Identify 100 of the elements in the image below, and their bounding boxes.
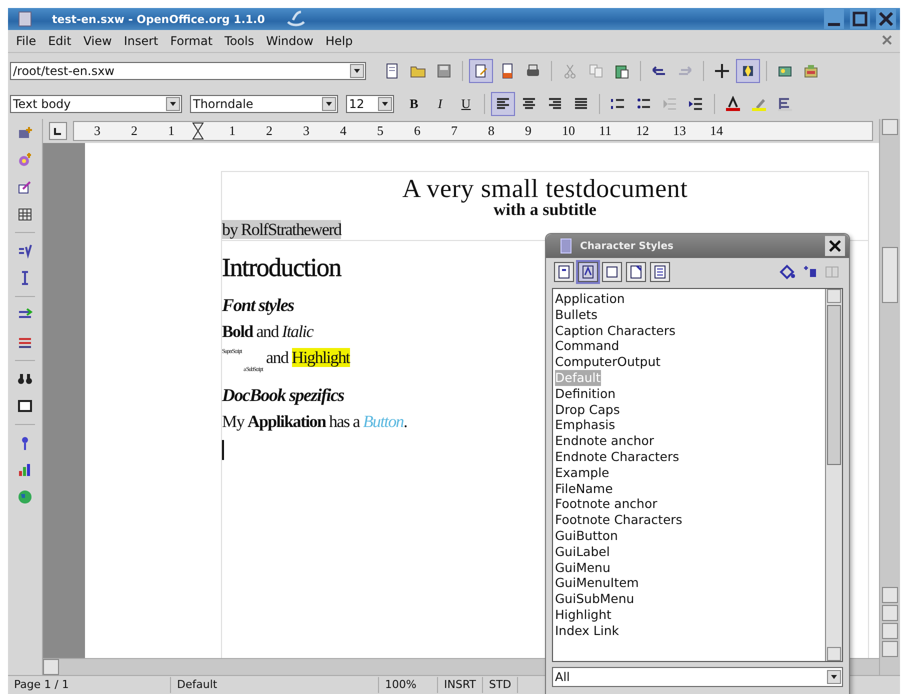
vertical-scrollbar[interactable] bbox=[879, 119, 900, 675]
scroll-up-icon[interactable] bbox=[827, 289, 841, 303]
style-list-item[interactable]: Endnote Characters bbox=[555, 448, 823, 465]
style-list-item[interactable]: GuiMenuItem bbox=[555, 575, 823, 592]
scroll-down-icon[interactable] bbox=[827, 647, 841, 661]
menu-item[interactable]: Tools bbox=[218, 34, 260, 48]
style-family-icon bbox=[628, 264, 644, 280]
outdent-icon bbox=[662, 96, 678, 112]
insert-mode: INSRT bbox=[438, 677, 484, 693]
toolbar-button[interactable] bbox=[736, 59, 760, 83]
style-list-item[interactable]: Application bbox=[555, 291, 823, 307]
style-list-item[interactable]: ComputerOutput bbox=[555, 354, 823, 370]
zoom-level: 100% bbox=[379, 677, 438, 693]
style-list-item[interactable]: Emphasis bbox=[555, 417, 823, 434]
style-list-item[interactable]: GuiLabel bbox=[555, 544, 823, 560]
background-color-icon bbox=[777, 96, 793, 112]
close-icon bbox=[878, 11, 894, 27]
ruler-number: 4 bbox=[340, 123, 348, 139]
paragraph: Bold and Italic bbox=[222, 322, 313, 342]
menu-item[interactable]: Window bbox=[260, 34, 320, 48]
paragraph-style-combo-box[interactable]: Text body bbox=[10, 95, 182, 113]
highlighter-icon bbox=[751, 96, 767, 112]
menu-item[interactable]: View bbox=[77, 34, 118, 48]
scissors-icon bbox=[562, 63, 578, 79]
binoculars-icon bbox=[17, 371, 33, 387]
toolbar-button[interactable] bbox=[491, 92, 515, 116]
author-field: by RolfStrathewerd bbox=[222, 220, 342, 239]
minimize-button[interactable] bbox=[824, 9, 844, 29]
next-page-icon[interactable] bbox=[882, 641, 898, 657]
ruler-number: 2 bbox=[266, 123, 274, 139]
paragraph: My Applikation has a Button. bbox=[222, 412, 407, 432]
tab-type-button[interactable] bbox=[49, 122, 67, 140]
style-list-item[interactable]: GuiMenu bbox=[555, 560, 823, 576]
selection-mode: STD bbox=[483, 677, 518, 693]
style-list-item[interactable]: Bullets bbox=[555, 306, 823, 323]
style-family-button[interactable] bbox=[626, 262, 646, 282]
menu-item[interactable]: File bbox=[10, 34, 42, 48]
previous-page-icon[interactable] bbox=[882, 605, 898, 621]
style-family-button[interactable] bbox=[578, 262, 598, 282]
style-list-item[interactable]: Definition bbox=[555, 386, 823, 402]
scrollbar-thumb[interactable] bbox=[882, 247, 898, 303]
ruler-number: 3 bbox=[303, 123, 310, 139]
ruler-number: 5 bbox=[377, 123, 384, 139]
url-combo-box[interactable]: /root/test-en.sxw bbox=[10, 62, 366, 80]
document-icon bbox=[560, 238, 572, 254]
format-button[interactable]: I bbox=[428, 92, 452, 116]
database-icon bbox=[803, 63, 819, 79]
scroll-up-icon[interactable] bbox=[882, 119, 898, 135]
seagull-icon bbox=[284, 10, 307, 28]
menu-item[interactable]: Edit bbox=[42, 34, 78, 48]
style-list-item[interactable]: GuiButton bbox=[555, 528, 823, 544]
document-icon bbox=[18, 11, 32, 27]
document-subtitle: with a subtitle bbox=[492, 200, 598, 220]
font-size-combo-box[interactable]: 12 bbox=[346, 95, 394, 113]
ruler-number: 10 bbox=[562, 123, 576, 139]
format-button[interactable]: U bbox=[454, 92, 478, 116]
format-button[interactable]: B bbox=[402, 92, 426, 116]
new-style-icon bbox=[802, 264, 818, 280]
globe-icon bbox=[17, 489, 33, 505]
menu-item[interactable]: Help bbox=[319, 34, 359, 48]
style-family-button[interactable] bbox=[602, 262, 622, 282]
scrollbar-thumb[interactable] bbox=[827, 305, 841, 465]
ruler-number: 8 bbox=[488, 123, 496, 139]
navigation-icon[interactable] bbox=[882, 623, 898, 639]
list-scrollbar[interactable] bbox=[825, 289, 842, 661]
subheading: DocBook spezifics bbox=[222, 385, 344, 406]
scroll-down-icon[interactable] bbox=[882, 587, 898, 603]
style-family-icon bbox=[652, 264, 668, 280]
insert-icon bbox=[17, 125, 33, 141]
style-list-item[interactable]: Highlight bbox=[555, 606, 823, 623]
toolbar-button[interactable] bbox=[469, 59, 493, 83]
maximize-button[interactable] bbox=[850, 9, 870, 29]
menu-item[interactable]: Format bbox=[164, 34, 219, 48]
style-family-button[interactable] bbox=[554, 262, 574, 282]
scroll-left-icon[interactable] bbox=[43, 659, 59, 675]
document-icon bbox=[384, 63, 400, 79]
style-list-item[interactable]: Footnote Characters bbox=[555, 512, 823, 528]
style-list-item[interactable]: Endnote anchor bbox=[555, 433, 823, 449]
close-button[interactable] bbox=[825, 236, 845, 256]
style-list-item[interactable]: Example bbox=[555, 464, 823, 481]
page-pencil-icon bbox=[473, 63, 489, 79]
style-list-item[interactable]: Footnote anchor bbox=[555, 496, 823, 512]
paint-bucket-icon bbox=[778, 264, 796, 280]
style-family-button[interactable] bbox=[650, 262, 670, 282]
field-icon bbox=[17, 152, 33, 168]
document-title: A very small testdocument bbox=[401, 174, 689, 203]
style-list-item[interactable]: Caption Characters bbox=[555, 322, 823, 338]
style-list-item[interactable]: Drop Caps bbox=[555, 402, 823, 418]
menu-item[interactable]: Insert bbox=[118, 34, 164, 48]
style-list-item[interactable]: Index Link bbox=[555, 622, 823, 639]
ruler-number: 3 bbox=[94, 123, 102, 139]
style-filter-combo-box[interactable]: All bbox=[552, 667, 843, 687]
style-list-item[interactable]: FileName bbox=[555, 480, 823, 496]
indent-marker-icon[interactable] bbox=[192, 122, 204, 140]
ruler-number: 6 bbox=[414, 123, 422, 139]
fill-format-button[interactable] bbox=[777, 263, 797, 281]
font-name-combo-box[interactable]: Thorndale bbox=[190, 95, 338, 113]
clipboard-icon bbox=[614, 63, 630, 79]
style-list-item[interactable]: GuiSubMenu bbox=[555, 591, 823, 607]
style-list-item[interactable]: Command bbox=[555, 338, 823, 354]
